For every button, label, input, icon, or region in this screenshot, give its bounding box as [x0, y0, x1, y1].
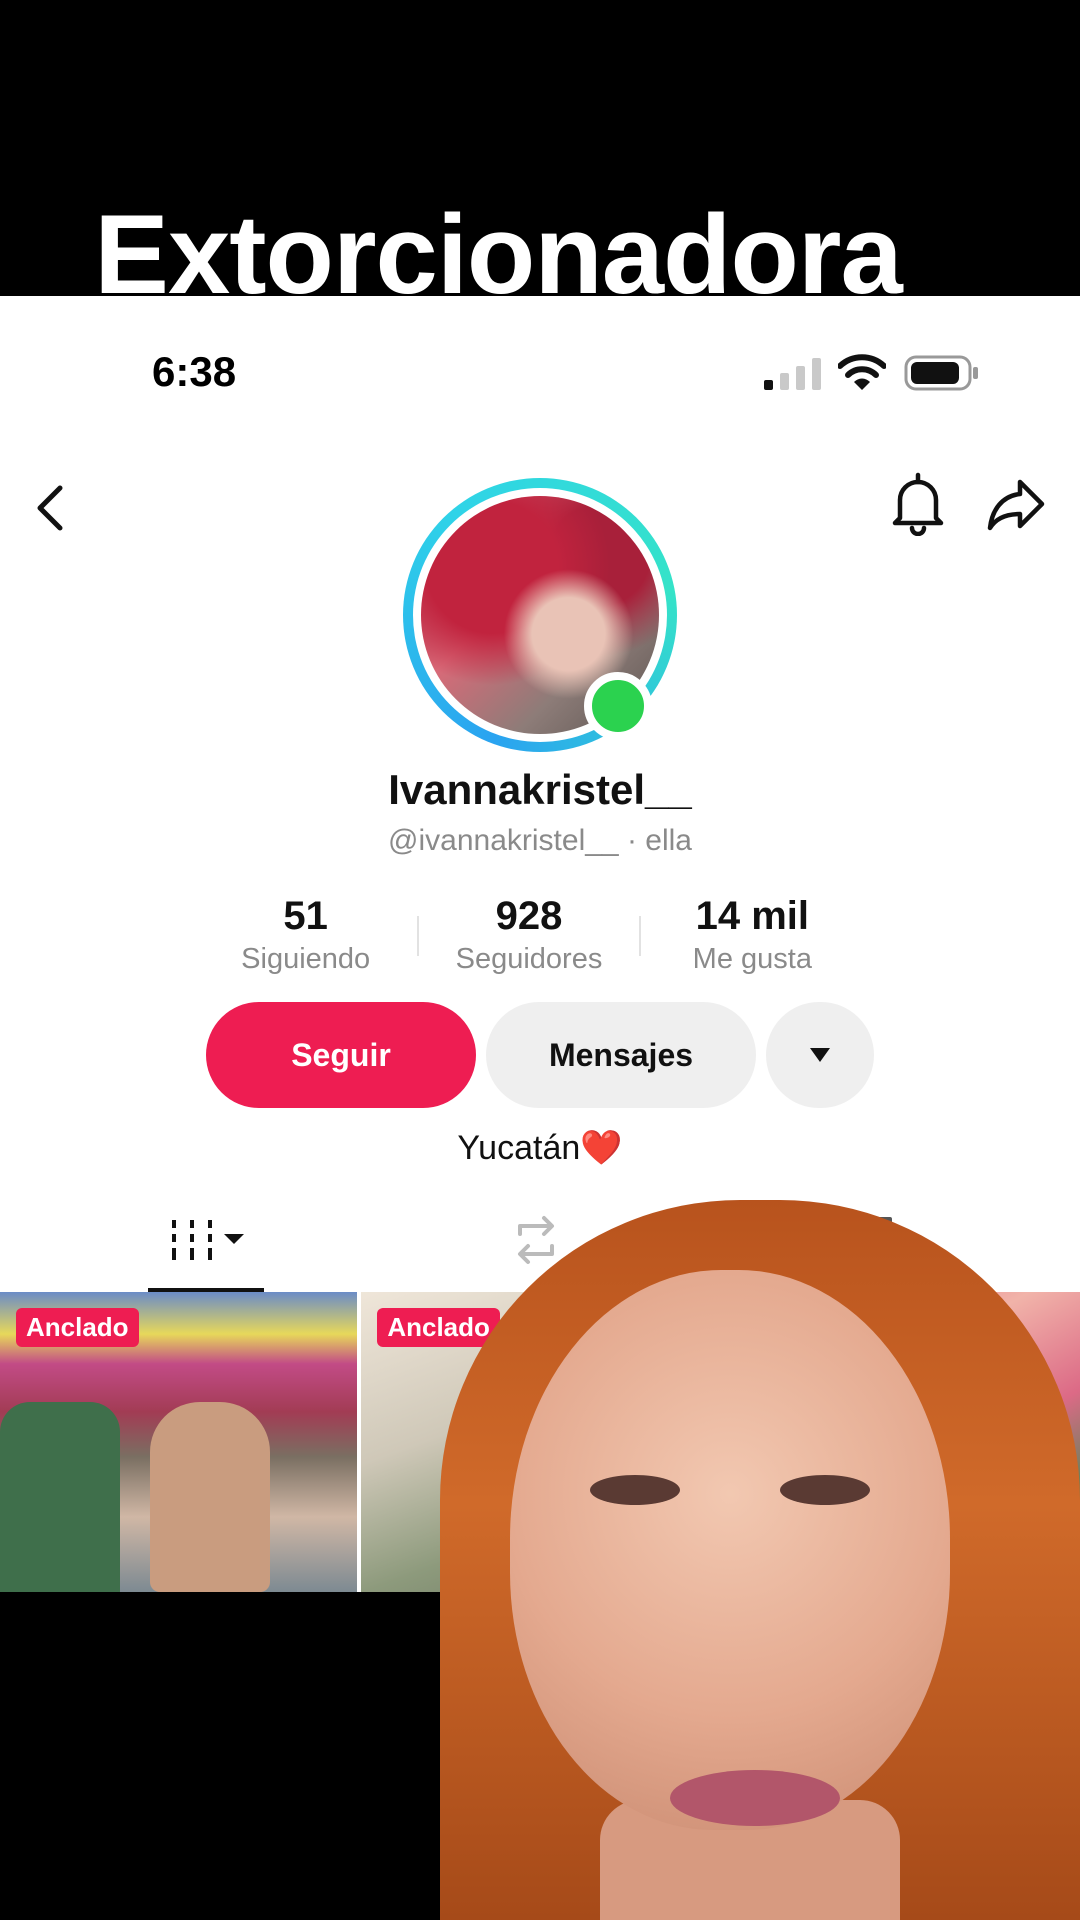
caption-banner: Extorcionadora: [0, 0, 1080, 317]
stat-following[interactable]: 51 Siguiendo: [194, 894, 417, 984]
message-button[interactable]: Mensajes: [486, 1002, 756, 1108]
status-time: 6:38: [152, 348, 237, 395]
share-arrow-icon[interactable]: [986, 476, 1046, 532]
stat-value: 51: [283, 894, 328, 938]
stat-likes[interactable]: 14 mil Me gusta: [641, 894, 864, 984]
profile-stats: 51 Siguiendo 928 Seguidores 14 mil Me gu…: [194, 894, 864, 984]
heart-emoji: ❤️: [580, 1129, 623, 1167]
bio-text: Yucatán: [457, 1129, 581, 1167]
handle-row: @ivannakristel__ · ella: [0, 824, 1080, 858]
display-name: Ivannakristel__: [388, 766, 692, 813]
wifi-icon: [838, 354, 886, 390]
narrator-webcam-overlay: [400, 1200, 1080, 1920]
stat-followers[interactable]: 928 Seguidores: [417, 894, 641, 984]
battery-icon: [904, 355, 978, 391]
caret-down-icon: [810, 1048, 830, 1062]
tab-videos-grid-icon[interactable]: [146, 1216, 266, 1266]
stat-divider: [417, 916, 420, 956]
username-handle: @ivannakristel__: [388, 824, 619, 857]
stat-label: Me gusta: [692, 943, 812, 975]
stat-label: Seguidores: [455, 943, 603, 975]
bio: Yucatán❤️: [0, 1128, 1080, 1168]
online-status-indicator: [584, 672, 652, 740]
status-bar: 6:38: [0, 296, 1080, 456]
bell-icon[interactable]: [890, 472, 946, 536]
video-tile[interactable]: Anclado: [0, 1292, 358, 1592]
follow-button[interactable]: Seguir: [206, 1002, 476, 1108]
pinned-badge: Anclado: [16, 1308, 139, 1347]
stat-value: 14 mil: [695, 894, 810, 938]
stat-label: Siguiendo: [241, 943, 371, 975]
back-chevron-icon[interactable]: [28, 478, 72, 538]
stat-value: 928: [495, 894, 563, 938]
suggested-accounts-button[interactable]: [766, 1002, 874, 1108]
pronoun: · ella: [618, 824, 692, 857]
cellular-signal-icon: [764, 358, 821, 390]
